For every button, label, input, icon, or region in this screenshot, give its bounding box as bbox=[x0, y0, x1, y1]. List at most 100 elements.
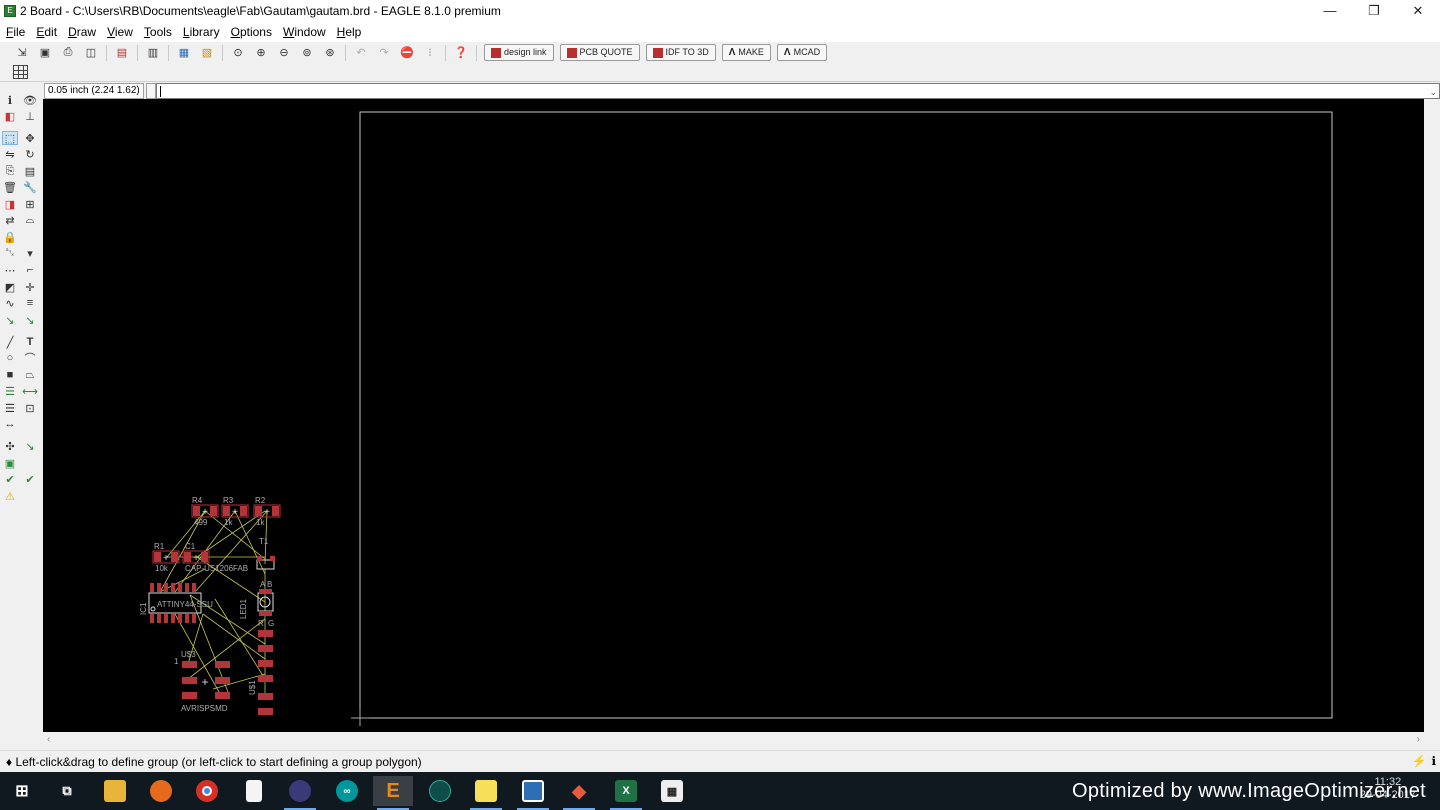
miter-icon[interactable]: ⌐ bbox=[22, 263, 38, 277]
erc-icon[interactable]: ✔ bbox=[2, 472, 18, 486]
mirror-icon[interactable]: ⇋ bbox=[2, 147, 18, 161]
text-icon[interactable]: T bbox=[22, 335, 38, 349]
taskbar-notepad[interactable] bbox=[234, 776, 274, 806]
zoom-out-icon[interactable]: ⊖ bbox=[276, 45, 292, 61]
taskbar-eclipse[interactable] bbox=[280, 776, 320, 810]
board-icon[interactable]: ▣ bbox=[2, 456, 18, 470]
route-icon[interactable]: ◩ bbox=[2, 280, 18, 294]
scroll-right-icon[interactable]: › bbox=[1417, 734, 1420, 745]
redo-icon[interactable]: ↷ bbox=[376, 45, 392, 61]
menu-window[interactable]: Window bbox=[279, 25, 330, 39]
menu-options[interactable]: Options bbox=[227, 25, 276, 39]
maximize-button[interactable]: ❐ bbox=[1352, 0, 1396, 22]
split-icon[interactable]: ⋯ bbox=[2, 263, 18, 277]
zoom-in-icon[interactable]: ⊕ bbox=[253, 45, 269, 61]
ulp-run-icon[interactable]: ▧ bbox=[199, 45, 215, 61]
copy-icon[interactable]: ⎘ bbox=[2, 164, 18, 178]
vertical-scrollbar[interactable] bbox=[1424, 99, 1440, 732]
rotate-icon[interactable]: ↻ bbox=[22, 147, 38, 161]
show-icon[interactable]: 👁 bbox=[22, 93, 38, 107]
zoom-select-icon[interactable]: ⊛ bbox=[322, 45, 338, 61]
open-icon[interactable]: ⇲ bbox=[14, 45, 30, 61]
taskbar-chrome[interactable] bbox=[187, 776, 227, 806]
help-icon[interactable]: ❓ bbox=[453, 45, 469, 61]
drc-icon[interactable]: ✔ bbox=[22, 472, 38, 486]
delete-icon[interactable]: 🗑 bbox=[2, 180, 18, 194]
swap-icon[interactable]: ⇄ bbox=[2, 213, 18, 227]
replace-icon[interactable]: ◨ bbox=[2, 197, 18, 211]
wire-icon[interactable]: ↘ bbox=[2, 313, 18, 327]
taskbar-sticky-notes[interactable] bbox=[466, 776, 506, 810]
lock-icon[interactable]: 🔒 bbox=[2, 230, 18, 244]
autorouter-icon[interactable]: ↘ bbox=[22, 439, 38, 453]
taskbar-arduino[interactable]: ∞ bbox=[327, 776, 367, 806]
layers-icon[interactable]: ☰ bbox=[2, 384, 18, 398]
paste-icon[interactable]: ▤ bbox=[22, 164, 38, 178]
lightning-icon[interactable]: ⚡ bbox=[1411, 754, 1426, 768]
scroll-left-icon[interactable]: ‹ bbox=[47, 734, 50, 745]
schematic-icon[interactable]: ▤ bbox=[114, 45, 130, 61]
value-icon[interactable]: ▾ bbox=[22, 246, 38, 260]
chevron-down-icon[interactable]: ⌄ bbox=[1429, 85, 1437, 99]
resistor-r4[interactable]: + bbox=[191, 504, 219, 518]
arc-icon[interactable]: ⌒ bbox=[22, 351, 38, 365]
led-led1[interactable] bbox=[257, 589, 274, 616]
optimize-icon[interactable]: ⌓ bbox=[22, 213, 38, 227]
dimension-icon[interactable]: ↔ bbox=[2, 417, 18, 431]
board-canvas[interactable]: + R4 499 + R3 1k + R2 1k + R1 10k + C1 C… bbox=[43, 99, 1424, 732]
taskbar-app[interactable] bbox=[420, 776, 460, 806]
design-link-button[interactable]: design link bbox=[484, 44, 554, 61]
resistor-r1[interactable]: + bbox=[152, 550, 180, 564]
mcad-button[interactable]: Λ MCAD bbox=[776, 44, 828, 61]
task-view-button[interactable]: ⧉ bbox=[47, 776, 87, 806]
resistor-r3[interactable]: + bbox=[221, 504, 249, 518]
stop-icon[interactable]: ⛔ bbox=[399, 45, 415, 61]
ripup-icon[interactable]: ≡ bbox=[22, 296, 38, 310]
taskbar-eagle[interactable]: E bbox=[373, 776, 413, 810]
ratsnest-icon[interactable]: ✣ bbox=[2, 439, 18, 453]
command-line-input[interactable]: ⌄ bbox=[156, 83, 1440, 99]
menu-edit[interactable]: Edit bbox=[32, 25, 61, 39]
taskbar-file-explorer[interactable] bbox=[95, 776, 135, 806]
header-u1[interactable] bbox=[258, 630, 273, 715]
menu-help[interactable]: Help bbox=[333, 25, 366, 39]
cam-icon[interactable]: ◫ bbox=[83, 45, 99, 61]
print-icon[interactable]: ⎙ bbox=[60, 45, 76, 61]
info-icon[interactable]: ℹ bbox=[1431, 754, 1436, 768]
make-button[interactable]: Λ MAKE bbox=[721, 44, 771, 61]
meander-icon[interactable]: ∿ bbox=[2, 296, 18, 310]
change-icon[interactable]: 🔧 bbox=[22, 180, 38, 194]
menu-view[interactable]: View bbox=[103, 25, 137, 39]
autoroute-icon[interactable]: ↘ bbox=[22, 313, 38, 327]
name-icon[interactable]: ␂ bbox=[2, 246, 18, 260]
info-icon[interactable]: ℹ bbox=[2, 93, 18, 107]
group-icon[interactable]: ⬚ bbox=[2, 131, 18, 145]
minimize-button[interactable]: — bbox=[1308, 0, 1352, 22]
avrisp-u3[interactable]: + bbox=[182, 661, 230, 699]
menu-library[interactable]: Library bbox=[179, 25, 224, 39]
zoom-redraw-icon[interactable]: ⊚ bbox=[299, 45, 315, 61]
menu-tools[interactable]: Tools bbox=[140, 25, 176, 39]
go-icon[interactable]: ⁝ bbox=[422, 45, 438, 61]
polygon-icon[interactable]: ⏢ bbox=[22, 368, 38, 382]
ulp-icon[interactable]: ▥ bbox=[145, 45, 161, 61]
signal-icon[interactable]: ⟷ bbox=[22, 384, 38, 398]
taskbar-firefox[interactable] bbox=[141, 776, 181, 806]
taskbar-calculator[interactable]: ▦ bbox=[652, 776, 692, 806]
warning-icon[interactable]: ⚠ bbox=[2, 489, 18, 503]
menu-draw[interactable]: Draw bbox=[64, 25, 100, 39]
undo-icon[interactable]: ↶ bbox=[353, 45, 369, 61]
line-icon[interactable]: ╱ bbox=[2, 335, 18, 349]
start-button[interactable]: ⊞ bbox=[2, 776, 42, 806]
rectangle-icon[interactable]: ■ bbox=[2, 368, 18, 382]
hole-icon[interactable]: ⊡ bbox=[22, 401, 38, 415]
via-icon[interactable]: ✛ bbox=[22, 280, 38, 294]
coordinate-toggle[interactable] bbox=[146, 83, 156, 99]
idf-to-3d-button[interactable]: IDF TO 3D bbox=[645, 44, 716, 61]
mark-icon[interactable]: ⊥ bbox=[22, 109, 38, 123]
smash-icon[interactable]: ⊞ bbox=[22, 197, 38, 211]
zoom-fit-icon[interactable]: ⊙ bbox=[230, 45, 246, 61]
display-icon[interactable]: ◧ bbox=[2, 109, 18, 123]
taskbar-app[interactable] bbox=[513, 776, 553, 810]
script-icon[interactable]: ▦ bbox=[176, 45, 192, 61]
